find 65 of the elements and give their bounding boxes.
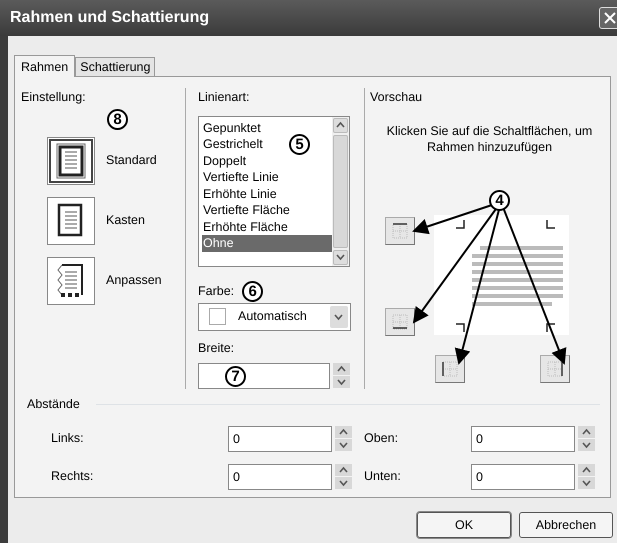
field-label: Rechts: (51, 468, 94, 486)
border-style-button[interactable] (47, 196, 95, 245)
dialog-button[interactable]: OK (417, 512, 511, 538)
border-style-button[interactable] (47, 136, 95, 185)
list-item[interactable]: Gepunktet (202, 120, 261, 136)
border-icon (441, 360, 459, 378)
callout-number: 4 (489, 190, 510, 211)
spin-down-button[interactable] (335, 477, 352, 490)
spin-down-button[interactable] (578, 477, 595, 490)
color-swatch (209, 308, 226, 326)
dialog-button[interactable]: Abbrechen (519, 512, 613, 538)
option-label: Standard (106, 152, 157, 170)
number-field[interactable]: 0 (228, 426, 332, 452)
field-label: Links: (51, 430, 85, 448)
list-item[interactable]: Doppelt (202, 152, 246, 170)
list-item[interactable]: Ohne (202, 235, 332, 252)
spin-up-button[interactable] (335, 426, 352, 438)
callout-number: 5 (289, 134, 310, 155)
close-icon (604, 12, 616, 24)
scrollbar[interactable] (332, 116, 349, 266)
dropdown-value: Automatisch (238, 308, 307, 326)
scroll-thumb[interactable] (333, 134, 348, 248)
number-field[interactable]: 0 (471, 464, 575, 490)
border-icon (391, 312, 409, 331)
number-field[interactable]: 0 (471, 426, 575, 452)
option-label: Anpassen (106, 272, 162, 290)
line-style-list[interactable]: Gepunktet Gestrichelt Doppelt Vertiefte Linie Erhöhte Linie Vertiefte Fläche Erhöhte Fläche Ohne 5 (198, 116, 350, 267)
callout-number: 8 (107, 108, 128, 130)
number-field[interactable]: 0 (228, 464, 332, 490)
spin-down-button[interactable] (335, 439, 352, 452)
section-label: Abstände (27, 396, 80, 413)
field-label: Farbe: (198, 283, 234, 300)
border-icon (391, 222, 409, 240)
border-toggle-button[interactable] (385, 308, 415, 336)
border-toggle-button[interactable] (540, 354, 570, 383)
field-label: Oben: (364, 430, 400, 448)
spin-down-button[interactable] (333, 376, 350, 388)
close-button[interactable] (599, 7, 617, 29)
spin-up-button[interactable] (333, 363, 350, 375)
width-field[interactable] (198, 362, 330, 388)
tab[interactable]: Rahmen (14, 55, 76, 77)
border-toggle-button[interactable] (385, 216, 415, 245)
list-item[interactable]: Erhöhte Linie (202, 186, 277, 202)
color-dropdown[interactable]: Automatisch (198, 302, 351, 331)
spin-up-button[interactable] (578, 464, 595, 476)
border-toggle-button[interactable] (435, 354, 465, 383)
list-item[interactable]: Gestrichelt (202, 136, 263, 153)
section-label: Vorschau (370, 89, 424, 106)
list-item[interactable]: Vertiefte Fläche (202, 202, 290, 219)
window-title: Rahmen und Schattierung (10, 8, 210, 28)
hint-text: Klicken Sie auf die Schaltflächen, um Rahmen hinzuzufügen (386, 122, 594, 155)
border-style-button[interactable] (47, 256, 95, 305)
field-label: Breite: (198, 340, 234, 355)
list-item[interactable]: Erhöhte Fläche (202, 218, 288, 236)
spin-down-button[interactable] (578, 439, 595, 452)
section-label: Linienart: (198, 89, 250, 106)
tab[interactable]: Schattierung (75, 57, 156, 76)
list-item[interactable]: Vertiefte Linie (202, 169, 279, 186)
option-label: Kasten (106, 212, 145, 230)
section-label: Einstellung: (21, 89, 87, 106)
spin-up-button[interactable] (578, 426, 595, 438)
callout-number: 6 (242, 281, 264, 302)
field-label: Unten: (364, 468, 402, 486)
spin-up-button[interactable] (335, 464, 352, 476)
border-icon (546, 360, 564, 378)
